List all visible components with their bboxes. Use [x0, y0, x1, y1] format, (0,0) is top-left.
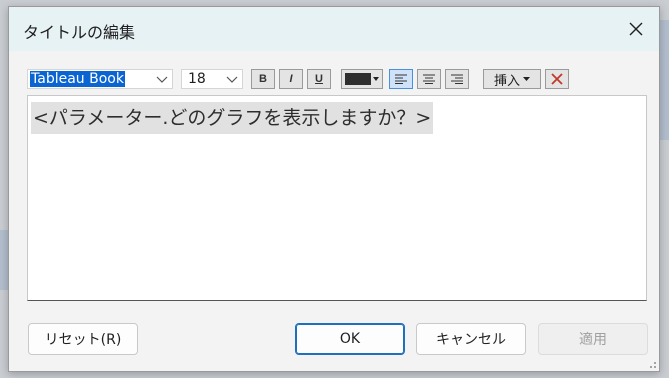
font-size-select[interactable]: 18 — [181, 69, 243, 89]
font-family-select[interactable]: Tableau Book — [27, 69, 173, 89]
text-color-swatch — [345, 73, 371, 85]
cancel-button[interactable]: キャンセル — [416, 323, 526, 355]
chevron-down-icon — [156, 76, 168, 83]
align-right-button[interactable] — [445, 69, 469, 89]
bold-button[interactable]: B — [251, 69, 275, 89]
chevron-down-icon — [226, 76, 238, 83]
dialog-title: タイトルの編集 — [23, 23, 136, 42]
reset-button[interactable]: リセット(R) — [28, 323, 138, 355]
text-color-button[interactable] — [341, 69, 383, 89]
insert-button[interactable]: 挿入 — [483, 69, 541, 89]
close-button[interactable] — [613, 7, 659, 51]
align-right-icon — [451, 74, 463, 84]
title-bar: タイトルの編集 — [9, 7, 659, 51]
background-app — [0, 230, 8, 290]
close-icon — [629, 22, 643, 36]
caret-down-icon — [523, 77, 530, 81]
align-left-icon — [395, 74, 407, 84]
align-center-button[interactable] — [417, 69, 441, 89]
edit-title-dialog: タイトルの編集 Tableau Book 18 B I U 挿入 <パラメーター… — [8, 6, 660, 372]
font-size-value: 18 — [188, 71, 206, 87]
background-app-right — [660, 20, 669, 140]
apply-button[interactable]: 適用 — [538, 323, 648, 355]
ok-button[interactable]: OK — [295, 323, 405, 355]
resize-grip-icon[interactable] — [647, 359, 657, 369]
caret-down-icon — [373, 77, 379, 81]
clear-x-icon — [551, 73, 563, 85]
insert-label: 挿入 — [493, 73, 520, 89]
title-text: <パラメーター.どのグラフを表示しますか？> — [31, 102, 434, 134]
underline-button[interactable]: U — [307, 69, 331, 89]
align-left-button[interactable] — [389, 69, 413, 89]
title-editor[interactable]: <パラメーター.どのグラフを表示しますか？> — [27, 95, 647, 301]
clear-formatting-button[interactable] — [545, 69, 569, 89]
font-family-value: Tableau Book — [30, 71, 125, 87]
align-center-icon — [423, 74, 435, 84]
italic-button[interactable]: I — [279, 69, 303, 89]
